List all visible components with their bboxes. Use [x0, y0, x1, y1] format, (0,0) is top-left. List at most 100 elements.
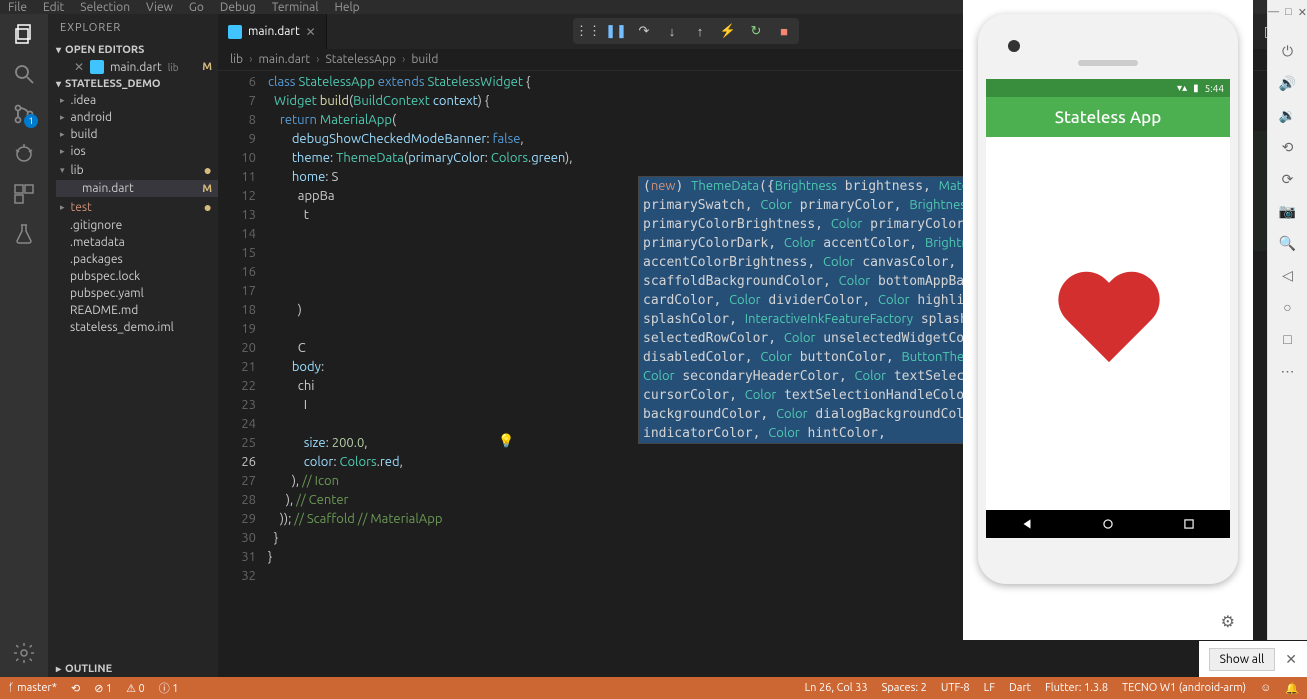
- emulator-gear-icon[interactable]: ⚙: [1221, 612, 1235, 631]
- menu-help[interactable]: Help: [334, 1, 359, 14]
- heart-icon: [1053, 274, 1163, 374]
- stop-icon[interactable]: ■: [773, 20, 795, 42]
- warnings-status[interactable]: ⚠ 0: [126, 682, 145, 695]
- branch-status[interactable]: ᚶ master*: [8, 682, 57, 694]
- app-body: [986, 137, 1230, 510]
- rotate-left-icon[interactable]: ⟲: [1280, 139, 1296, 155]
- battery-icon: ▮: [1193, 82, 1199, 94]
- close-window-icon[interactable]: ✕: [1298, 6, 1307, 19]
- scm-badge: 1: [24, 114, 38, 128]
- errors-status[interactable]: ⊘ 1: [94, 682, 112, 695]
- sidebar: EXPLORER OPEN EDITORS ✕ main.dart lib M …: [48, 14, 218, 677]
- emu-recent-icon[interactable]: □: [1280, 331, 1296, 347]
- power-icon[interactable]: ⏻: [1280, 43, 1296, 59]
- folder-lib[interactable]: lib●: [56, 160, 218, 180]
- phone-screen[interactable]: ▾▴ ▮ 5:44 Stateless App: [986, 79, 1230, 538]
- scm-icon[interactable]: 1: [12, 102, 36, 126]
- open-editors-section[interactable]: OPEN EDITORS: [48, 42, 218, 58]
- crumb-1[interactable]: main.dart: [258, 53, 310, 66]
- menu-debug[interactable]: Debug: [220, 1, 256, 14]
- step-out-icon[interactable]: ↑: [689, 20, 711, 42]
- file-pubspec.lock[interactable]: pubspec.lock: [56, 268, 218, 285]
- emulator-pane: ▾▴ ▮ 5:44 Stateless App ⚙: [963, 0, 1253, 640]
- signal-icon: ▾▴: [1177, 82, 1187, 94]
- outline-section[interactable]: OUTLINE: [48, 661, 218, 677]
- menu-selection[interactable]: Selection: [80, 1, 130, 14]
- explorer-icon[interactable]: [12, 22, 36, 46]
- file-README.md[interactable]: README.md: [56, 302, 218, 319]
- app-bar: Stateless App: [986, 97, 1230, 137]
- menu-file[interactable]: File: [8, 1, 27, 14]
- device-status[interactable]: TECNO W1 (android-arm): [1122, 682, 1246, 695]
- file-.metadata[interactable]: .metadata: [56, 234, 218, 251]
- cursor-pos[interactable]: Ln 26, Col 33: [805, 682, 868, 695]
- info-status[interactable]: ⓘ 1: [159, 680, 179, 696]
- android-navbar: [986, 510, 1230, 538]
- emu-home-icon[interactable]: ○: [1280, 299, 1296, 315]
- menu-edit[interactable]: Edit: [43, 1, 64, 14]
- flask-icon[interactable]: [12, 222, 36, 246]
- dart-file-icon: [228, 25, 242, 39]
- file-.gitignore[interactable]: .gitignore: [56, 217, 218, 234]
- indent-status[interactable]: Spaces: 2: [882, 682, 927, 695]
- show-all-button[interactable]: Show all: [1209, 648, 1276, 671]
- menu-terminal[interactable]: Terminal: [272, 1, 319, 14]
- zoom-icon[interactable]: 🔍: [1280, 235, 1296, 251]
- menu-view[interactable]: View: [146, 1, 173, 14]
- sync-status[interactable]: ⟲: [71, 682, 80, 695]
- debug-icon[interactable]: [12, 142, 36, 166]
- bell-icon[interactable]: 🔔: [1285, 682, 1299, 695]
- sidebar-title: EXPLORER: [48, 14, 218, 42]
- camera-icon[interactable]: 📷: [1280, 203, 1296, 219]
- feedback-icon[interactable]: ☺: [1260, 682, 1271, 695]
- statusbar: ᚶ master* ⟲ ⊘ 1 ⚠ 0 ⓘ 1 Ln 26, Col 33 Sp…: [0, 677, 1307, 699]
- step-into-icon[interactable]: ↓: [661, 20, 683, 42]
- menu-go[interactable]: Go: [189, 1, 204, 14]
- minimize-icon[interactable]: —: [1268, 6, 1279, 19]
- folder-build[interactable]: build: [56, 126, 218, 143]
- eol-status[interactable]: LF: [984, 682, 995, 695]
- gear-icon[interactable]: [12, 641, 36, 665]
- close-notif-icon[interactable]: ✕: [1285, 651, 1297, 668]
- close-icon[interactable]: ✕: [306, 25, 316, 39]
- step-over-icon[interactable]: ↷: [633, 20, 655, 42]
- file-stateless_demo.iml[interactable]: stateless_demo.iml: [56, 319, 218, 336]
- restart-icon[interactable]: ↻: [745, 20, 767, 42]
- file-.packages[interactable]: .packages: [56, 251, 218, 268]
- file-main.dart[interactable]: main.dartM: [56, 180, 218, 197]
- android-statusbar: ▾▴ ▮ 5:44: [986, 79, 1230, 97]
- activity-bar: 1: [0, 14, 48, 677]
- debug-toolbar: ⋮⋮ ❚❚ ↷ ↓ ↑ ⚡ ↻ ■: [573, 18, 799, 44]
- recent-button[interactable]: [1182, 517, 1196, 531]
- extensions-icon[interactable]: [12, 182, 36, 206]
- home-button[interactable]: [1101, 517, 1115, 531]
- back-button[interactable]: [1020, 517, 1034, 531]
- crumb-0[interactable]: lib: [230, 53, 243, 66]
- file-pubspec.yaml[interactable]: pubspec.yaml: [56, 285, 218, 302]
- encoding-status[interactable]: UTF-8: [941, 682, 970, 695]
- emu-more-icon[interactable]: ⋯: [1280, 363, 1296, 379]
- editor-tab[interactable]: main.dart ✕: [218, 14, 327, 49]
- folder-test[interactable]: test●: [56, 197, 218, 217]
- maximize-icon[interactable]: □: [1285, 6, 1292, 19]
- gutter: 6789101112131415161718192021222324252627…: [218, 71, 268, 677]
- open-editor-item[interactable]: ✕ main.dart lib M: [56, 58, 218, 76]
- folder-ios[interactable]: ios: [56, 143, 218, 160]
- emu-back-icon[interactable]: ◁: [1280, 267, 1296, 283]
- rotate-right-icon[interactable]: ⟳: [1280, 171, 1296, 187]
- crumb-3[interactable]: build: [411, 53, 438, 66]
- flutter-status[interactable]: Flutter: 1.3.8: [1045, 682, 1108, 695]
- crumb-2[interactable]: StatelessApp: [326, 53, 397, 66]
- search-icon[interactable]: [12, 62, 36, 86]
- project-section[interactable]: STATELESS_DEMO: [48, 76, 218, 92]
- volume-up-icon[interactable]: 🔊: [1280, 75, 1296, 91]
- phone-camera: [1008, 40, 1020, 52]
- pause-icon[interactable]: ❚❚: [605, 20, 627, 42]
- drag-handle-icon[interactable]: ⋮⋮: [577, 20, 599, 42]
- hot-reload-icon[interactable]: ⚡: [717, 20, 739, 42]
- folder-android[interactable]: android: [56, 109, 218, 126]
- phone-speaker: [1078, 60, 1138, 66]
- folder-.idea[interactable]: .idea: [56, 92, 218, 109]
- volume-down-icon[interactable]: 🔉: [1280, 107, 1296, 123]
- lang-status[interactable]: Dart: [1009, 682, 1031, 695]
